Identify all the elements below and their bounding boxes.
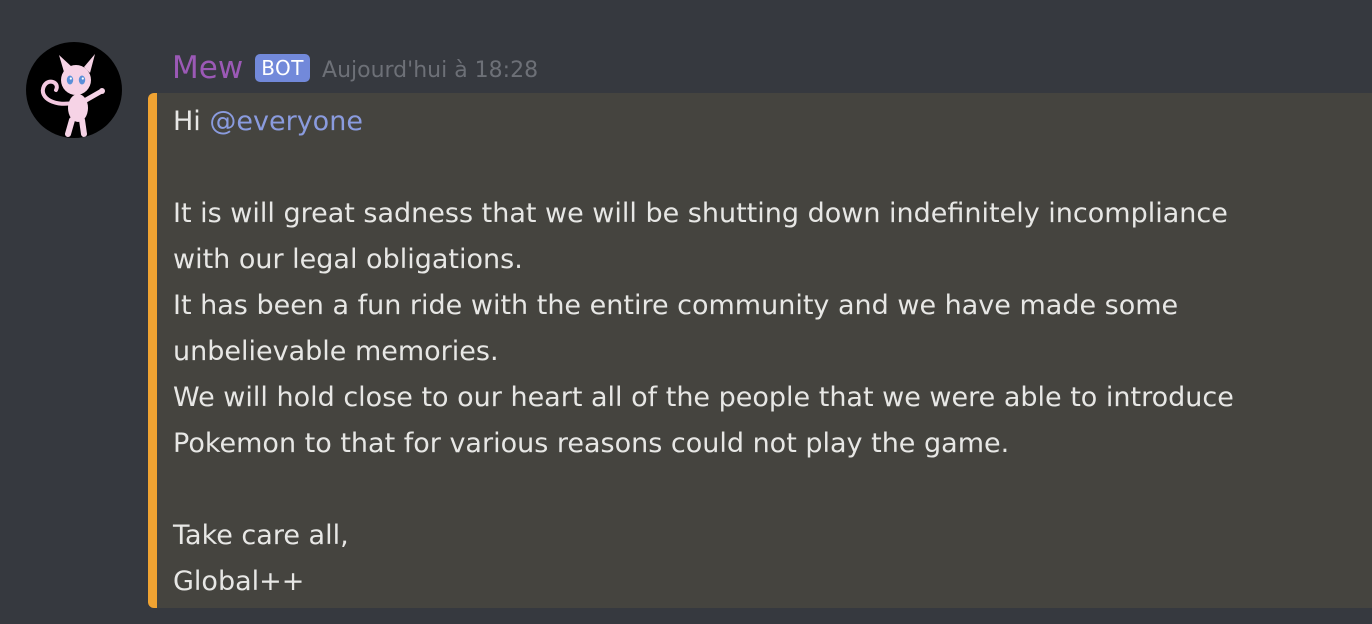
avatar[interactable] xyxy=(26,42,122,138)
message-header: Mew BOT Aujourd'hui à 18:28 xyxy=(172,48,538,88)
everyone-mention[interactable]: @everyone xyxy=(209,106,363,137)
body-line: We will hold close to our heart all of t… xyxy=(173,382,1234,413)
greeting-text: Hi xyxy=(173,106,201,137)
chat-message: Mew BOT Aujourd'hui à 18:28 Hi @everyone… xyxy=(0,0,1372,624)
embed-text: Hi @everyone It is will great sadness th… xyxy=(173,99,1352,605)
message-timestamp: Aujourd'hui à 18:28 xyxy=(322,58,539,83)
mew-avatar-icon xyxy=(40,54,105,137)
body-line: It is will great sadness that we will be… xyxy=(173,198,1228,229)
body-line: Pokemon to that for various reasons coul… xyxy=(173,428,1010,459)
body-line: with our legal obligations. xyxy=(173,244,523,275)
signoff-line: Take care all, xyxy=(173,520,349,551)
author-name[interactable]: Mew xyxy=(172,50,243,86)
message-embed: Hi @everyone It is will great sadness th… xyxy=(148,93,1372,608)
bot-badge: BOT xyxy=(255,54,311,82)
body-line: unbelievable memories. xyxy=(173,336,499,367)
body-line: It has been a fun ride with the entire c… xyxy=(173,290,1179,321)
greeting-line: Hi @everyone xyxy=(173,99,1352,145)
signature-line: Global++ xyxy=(173,566,305,597)
